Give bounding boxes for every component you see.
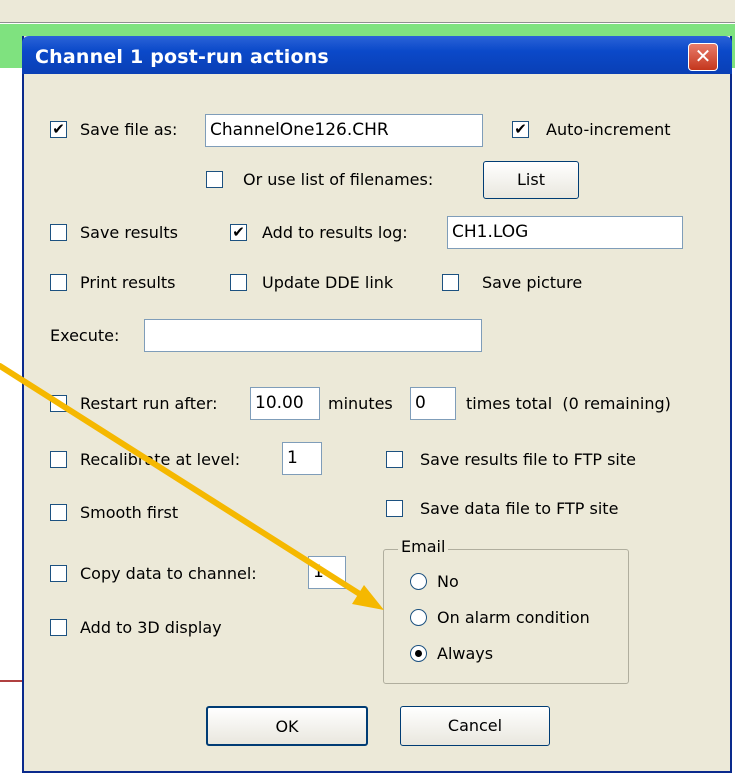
add-3d-label: Add to 3D display <box>80 618 222 637</box>
cancel-button[interactable]: Cancel <box>400 706 550 746</box>
save-file-label: Save file as: <box>80 120 178 139</box>
copy-data-channel-input[interactable]: 1 <box>308 556 346 589</box>
email-alarm-radio[interactable] <box>410 609 427 626</box>
add-results-log-label: Add to results log: <box>262 223 408 242</box>
restart-run-label: Restart run after: <box>80 394 218 413</box>
print-results-checkbox[interactable] <box>50 274 67 291</box>
check-icon: ✔ <box>232 223 245 241</box>
email-no-label: No <box>437 572 459 591</box>
restart-minutes-input[interactable]: 10.00 <box>250 387 320 420</box>
ok-button[interactable]: OK <box>206 706 368 746</box>
save-picture-label: Save picture <box>482 273 583 292</box>
save-data-ftp-checkbox[interactable] <box>386 500 403 517</box>
restart-minutes-label: minutes <box>328 394 393 413</box>
save-results-checkbox[interactable] <box>50 224 67 241</box>
execute-label: Execute: <box>50 326 120 345</box>
save-results-ftp-label: Save results file to FTP site <box>420 450 636 469</box>
save-picture-checkbox[interactable] <box>442 274 459 291</box>
email-group-legend: Email <box>398 537 449 556</box>
smooth-first-checkbox[interactable] <box>50 504 67 521</box>
use-list-label: Or use list of filenames: <box>243 170 434 189</box>
restart-times-input[interactable]: 0 <box>410 387 456 420</box>
auto-increment-label: Auto-increment <box>546 120 671 139</box>
email-no-radio[interactable] <box>410 573 427 590</box>
save-file-name-input[interactable]: ChannelOne126.CHR <box>205 114 483 147</box>
copy-data-checkbox[interactable] <box>50 565 67 582</box>
email-always-label: Always <box>437 644 494 663</box>
add-3d-checkbox[interactable] <box>50 619 67 636</box>
save-data-ftp-label: Save data file to FTP site <box>420 499 619 518</box>
check-icon: ✔ <box>514 120 527 138</box>
dialog-title: Channel 1 post-run actions <box>35 46 329 68</box>
email-alarm-label: On alarm condition <box>437 608 590 627</box>
auto-increment-checkbox[interactable]: ✔ <box>512 121 529 138</box>
recalibrate-label: Recalibrate at level: <box>80 450 241 469</box>
save-results-label: Save results <box>80 223 178 242</box>
radio-selected-dot <box>415 650 422 657</box>
check-icon: ✔ <box>52 120 65 138</box>
background-toolbar <box>0 0 735 23</box>
smooth-first-label: Smooth first <box>80 503 179 522</box>
copy-data-label: Copy data to channel: <box>80 564 257 583</box>
update-dde-checkbox[interactable] <box>230 274 247 291</box>
update-dde-label: Update DDE link <box>262 273 394 292</box>
recalibrate-level-input[interactable]: 1 <box>282 442 322 475</box>
execute-input[interactable] <box>144 319 482 352</box>
restart-times-label: times total (0 remaining) <box>466 394 671 413</box>
list-button[interactable]: List <box>483 161 579 199</box>
save-file-checkbox[interactable]: ✔ <box>50 121 67 138</box>
recalibrate-checkbox[interactable] <box>50 451 67 468</box>
add-results-log-checkbox[interactable]: ✔ <box>230 224 247 241</box>
use-list-checkbox[interactable] <box>206 171 223 188</box>
restart-run-checkbox[interactable] <box>50 395 67 412</box>
print-results-label: Print results <box>80 273 176 292</box>
save-results-ftp-checkbox[interactable] <box>386 451 403 468</box>
close-button[interactable]: ✕ <box>688 43 718 71</box>
email-always-radio[interactable] <box>410 645 427 662</box>
close-icon: ✕ <box>694 44 712 68</box>
results-log-input[interactable]: CH1.LOG <box>447 216 683 249</box>
